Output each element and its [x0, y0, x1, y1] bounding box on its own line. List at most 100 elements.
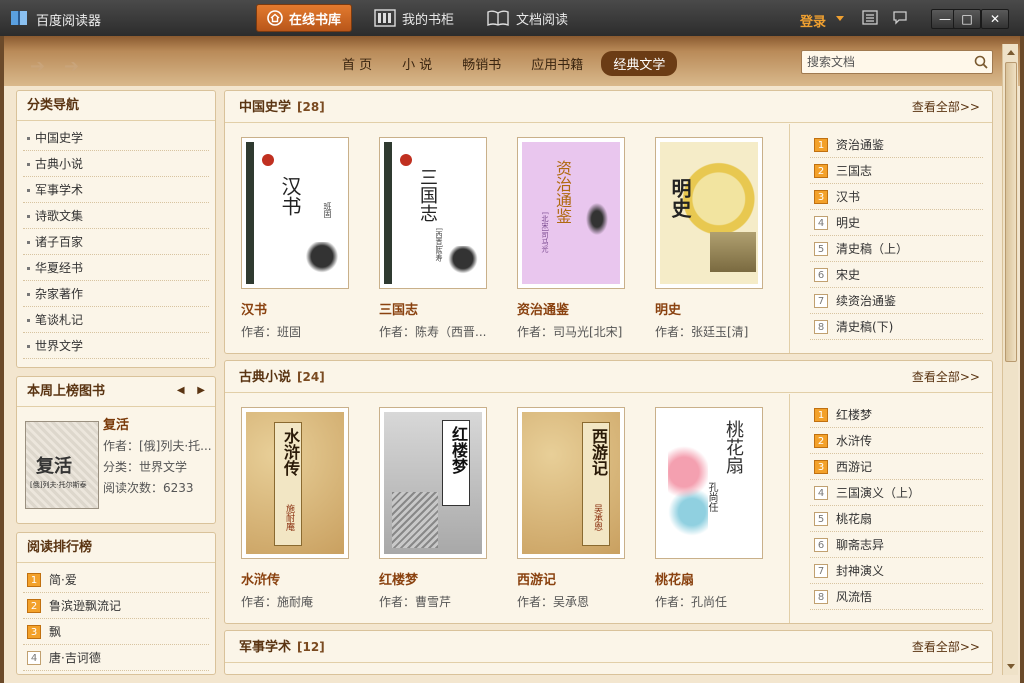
book-cover[interactable]: 资治通鉴 [北宋]司马光 — [517, 137, 625, 289]
section-header: 中国史学 [28] 查看全部>> — [225, 91, 992, 123]
weekly-cover-author: [俄]列夫·托尔斯泰 — [30, 481, 87, 489]
nav-item-miscellaneous[interactable]: 杂家著作 — [23, 281, 209, 307]
nav-item-notes[interactable]: 笔谈札记 — [23, 307, 209, 333]
cover-title: 明史 — [668, 178, 692, 218]
list-view-icon[interactable] — [862, 10, 878, 25]
seal-icon — [400, 154, 412, 166]
maximize-button[interactable]: □ — [953, 9, 981, 29]
book-title[interactable]: 水浒传 — [241, 569, 371, 588]
message-icon[interactable] — [892, 10, 908, 25]
cover-title: 西游记 — [589, 428, 608, 476]
ranking-item[interactable]: 5 清史稿（上） — [810, 236, 983, 262]
view-all-link[interactable]: 查看全部>> — [912, 91, 980, 123]
tab-bestseller[interactable]: 畅销书 — [450, 51, 513, 76]
cover-title: 三国志 — [417, 168, 438, 222]
tab-applied-books[interactable]: 应用书籍 — [519, 51, 595, 76]
cover-author: [北宋]司马光 — [541, 212, 549, 253]
ranking-label: 汉书 — [836, 189, 861, 204]
ranking-item[interactable]: 8 风流悟 — [810, 584, 983, 610]
login-link[interactable]: 登录 — [800, 11, 826, 30]
ranking-item[interactable]: 1 红楼梦 — [810, 402, 983, 428]
nav-bookshelf-label: 我的书柜 — [402, 12, 455, 28]
rank-number: 4 — [814, 215, 828, 230]
book-cover[interactable]: 三国志 [西晋]陈寿 — [379, 137, 487, 289]
cover-author: 班固 — [323, 202, 332, 218]
book-card: 水浒传 施耐庵 水浒传 作者：施耐庵 — [241, 407, 371, 610]
forward-arrow-icon[interactable]: ➔ — [64, 58, 84, 76]
nav-item-classics[interactable]: 华夏经书 — [23, 255, 209, 281]
view-all-link[interactable]: 查看全部>> — [912, 361, 980, 393]
tab-classic-literature[interactable]: 经典文学 — [601, 51, 678, 76]
next-arrow-icon[interactable]: ▶ — [197, 385, 205, 396]
nav-bookshelf-button[interactable]: 我的书柜 — [364, 4, 464, 32]
nav-item-classic-novels[interactable]: 古典小说 — [23, 151, 209, 177]
book-title[interactable]: 桃花扇 — [655, 569, 785, 588]
book-cover[interactable]: 红楼梦 — [379, 407, 487, 559]
book-cover[interactable]: 明史 — [655, 137, 763, 289]
ranking-item[interactable]: 1 资治通鉴 — [810, 132, 983, 158]
ranking-item[interactable]: 3 西游记 — [810, 454, 983, 480]
book-cover[interactable]: 汉书 班固 — [241, 137, 349, 289]
home-icon — [267, 10, 283, 26]
ranking-item[interactable]: 2 水浒传 — [810, 428, 983, 454]
ranking-item[interactable]: 4 三国演义（上） — [810, 480, 983, 506]
nav-item-chinese-history[interactable]: 中国史学 — [23, 125, 209, 151]
tab-fiction[interactable]: 小 说 — [390, 51, 444, 76]
book-cover[interactable]: 水浒传 施耐庵 — [241, 407, 349, 559]
book-title[interactable]: 红楼梦 — [379, 569, 509, 588]
ranking-label: 唐·吉诃德 — [49, 650, 101, 665]
book-title[interactable]: 西游记 — [517, 569, 647, 588]
cover-art: 三国志 [西晋]陈寿 — [384, 142, 482, 284]
search-icon[interactable] — [974, 55, 988, 69]
nav-doc-reading-button[interactable]: 文档阅读 — [476, 4, 578, 32]
weekly-book-cover[interactable]: 复活 [俄]列夫·托尔斯泰 — [25, 421, 99, 509]
ranking-item[interactable]: 5 桃花扇 — [810, 506, 983, 532]
rank-number: 2 — [814, 433, 828, 448]
tab-home[interactable]: 首 页 — [330, 51, 384, 76]
book-title[interactable]: 汉书 — [241, 299, 371, 318]
weekly-book-title[interactable]: 复活 — [103, 415, 212, 436]
ranking-item[interactable]: 2 鲁滨逊飘流记 — [23, 593, 209, 619]
scroll-thumb[interactable] — [1005, 62, 1017, 362]
prev-arrow-icon[interactable]: ◀ — [177, 385, 185, 396]
book-title[interactable]: 明史 — [655, 299, 785, 318]
vertical-scrollbar[interactable] — [1002, 44, 1018, 675]
ranking-item[interactable]: 2 三国志 — [810, 158, 983, 184]
ranking-item[interactable]: 6 宋史 — [810, 262, 983, 288]
nav-item-world-literature[interactable]: 世界文学 — [23, 333, 209, 359]
ranking-item[interactable]: 3飘 — [23, 619, 209, 645]
maximize-icon: □ — [961, 12, 973, 26]
section-title: 中国史学 — [239, 100, 292, 115]
ranking-item[interactable]: 3 汉书 — [810, 184, 983, 210]
ranking-item[interactable]: 8 清史稿(下) — [810, 314, 983, 340]
ranking-item[interactable]: 4 唐·吉诃德 — [23, 645, 209, 671]
book-card: 明史 明史 作者：张廷玉[清] — [655, 137, 785, 340]
nav-item-philosophers[interactable]: 诸子百家 — [23, 229, 209, 255]
ranking-item[interactable]: 7 封神演义 — [810, 558, 983, 584]
ranking-item[interactable]: 4 明史 — [810, 210, 983, 236]
book-title[interactable]: 资治通鉴 — [517, 299, 647, 318]
search-input[interactable] — [802, 51, 962, 73]
book-title[interactable]: 三国志 — [379, 299, 509, 318]
painting-figure — [710, 232, 756, 272]
app-title: 百度阅读器 — [36, 14, 102, 29]
ranking-label: 西游记 — [836, 459, 873, 474]
nav-item-poetry[interactable]: 诗歌文集 — [23, 203, 209, 229]
rank-number: 8 — [814, 319, 828, 334]
close-button[interactable]: ✕ — [981, 9, 1009, 29]
nav-online-library-button[interactable]: 在线书库 — [256, 4, 353, 32]
ranking-item[interactable]: 7 续资治通鉴 — [810, 288, 983, 314]
ranking-item[interactable]: 1 简·爱 — [23, 567, 209, 593]
view-all-link[interactable]: 查看全部>> — [912, 631, 980, 663]
scroll-down-icon[interactable] — [1007, 664, 1015, 669]
login-dropdown-icon[interactable] — [836, 16, 844, 21]
flower-icon — [584, 200, 610, 238]
scroll-up-icon[interactable] — [1007, 50, 1015, 55]
book-cover[interactable]: 桃花扇 孔尚任 — [655, 407, 763, 559]
ranking-label: 三国演义（上） — [836, 485, 921, 500]
cover-art: 红楼梦 — [384, 412, 482, 554]
cover-art: 西游记 吴承恩 — [522, 412, 620, 554]
book-cover[interactable]: 西游记 吴承恩 — [517, 407, 625, 559]
nav-item-military[interactable]: 军事学术 — [23, 177, 209, 203]
ranking-item[interactable]: 6 聊斋志异 — [810, 532, 983, 558]
